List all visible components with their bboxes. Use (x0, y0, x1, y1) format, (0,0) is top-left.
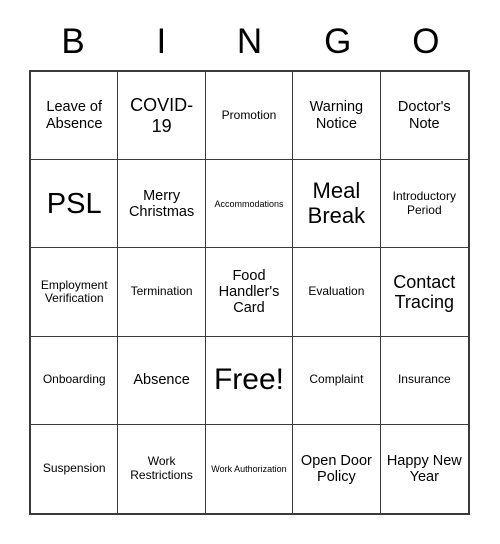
bingo-cell-i2[interactable]: Merry Christmas (118, 160, 206, 249)
bingo-cell-o2[interactable]: Introductory Period (380, 160, 468, 249)
bingo-cell-label: Merry Christmas (128, 187, 195, 220)
bingo-cell-o1[interactable]: Doctor's Note (380, 72, 468, 161)
bingo-cell-label: Complaint (309, 372, 364, 387)
bingo-cell-label: Food Handler's Card (218, 267, 280, 317)
bingo-cell-g4[interactable]: Complaint (293, 336, 381, 425)
bingo-cell-label: Introductory Period (392, 189, 456, 217)
bingo-cell-i4[interactable]: Absence (118, 336, 206, 425)
bingo-cell-o3[interactable]: Contact Tracing (380, 248, 468, 337)
bingo-cell-o4[interactable]: Insurance (380, 336, 468, 425)
bingo-cell-label: Work Restrictions (130, 454, 193, 482)
bingo-cell-label: Leave of Absence (45, 99, 103, 132)
bingo-cell-g3[interactable]: Evaluation (293, 248, 381, 337)
bingo-cell-b5[interactable]: Suspension (31, 424, 119, 513)
bingo-cell-g5[interactable]: Open Door Policy (293, 424, 381, 513)
bingo-cell-label: Suspension (42, 461, 106, 476)
bingo-cell-label: Absence (133, 372, 190, 389)
header-letter-g: G (324, 21, 352, 61)
bingo-cell-b1[interactable]: Leave of Absence (31, 72, 119, 161)
bingo-cell-label: Happy New Year (386, 452, 462, 485)
bingo-cell-n3[interactable]: Food Handler's Card (205, 248, 294, 337)
bingo-cell-label: Employment Verification (40, 277, 108, 305)
bingo-cell-label: Doctor's Note (397, 99, 451, 132)
bingo-cell-label: COVID-19 (130, 95, 194, 136)
bingo-card: B I N G O Leave of Absence COVID-19 Prom… (0, 0, 500, 544)
bingo-cell-label: Accommodations (214, 198, 284, 209)
bingo-cell-label: Insurance (397, 372, 451, 387)
bingo-cell-label: Onboarding (42, 372, 106, 387)
bingo-cell-o5[interactable]: Happy New Year (380, 424, 468, 513)
bingo-cell-b3[interactable]: Employment Verification (31, 248, 119, 337)
bingo-cell-g1[interactable]: Warning Notice (293, 72, 381, 161)
bingo-cell-label: Free! (213, 363, 284, 397)
bingo-cell-label: PSL (46, 187, 102, 220)
header-letter-b: B (61, 21, 85, 61)
bingo-cell-label: Meal Break (307, 178, 366, 228)
header-letter-i: I (156, 21, 167, 61)
bingo-cell-b2[interactable]: PSL (31, 160, 119, 249)
bingo-cell-label: Work Authorization (211, 463, 287, 474)
bingo-cell-n1[interactable]: Promotion (205, 72, 294, 161)
bingo-header-row: B I N G O (29, 16, 470, 66)
bingo-cell-i3[interactable]: Termination (118, 248, 206, 337)
bingo-cell-label: Contact Tracing (393, 271, 456, 312)
bingo-cell-label: Promotion (221, 107, 277, 122)
bingo-cell-b4[interactable]: Onboarding (31, 336, 119, 425)
bingo-cell-i1[interactable]: COVID-19 (118, 72, 206, 161)
bingo-cell-label: Evaluation (308, 284, 365, 299)
bingo-cell-label: Open Door Policy (300, 452, 372, 485)
bingo-grid: Leave of Absence COVID-19 Promotion Warn… (29, 70, 470, 515)
bingo-cell-free[interactable]: Free! (205, 336, 294, 425)
bingo-cell-g2[interactable]: Meal Break (293, 160, 381, 249)
header-letter-n: N (236, 21, 263, 61)
bingo-cell-label: Warning Notice (309, 99, 364, 132)
bingo-cell-i5[interactable]: Work Restrictions (118, 424, 206, 513)
bingo-cell-n5[interactable]: Work Authorization (205, 424, 294, 513)
header-letter-o: O (412, 21, 440, 61)
bingo-cell-n2[interactable]: Accommodations (205, 160, 294, 249)
bingo-cell-label: Termination (130, 284, 193, 299)
